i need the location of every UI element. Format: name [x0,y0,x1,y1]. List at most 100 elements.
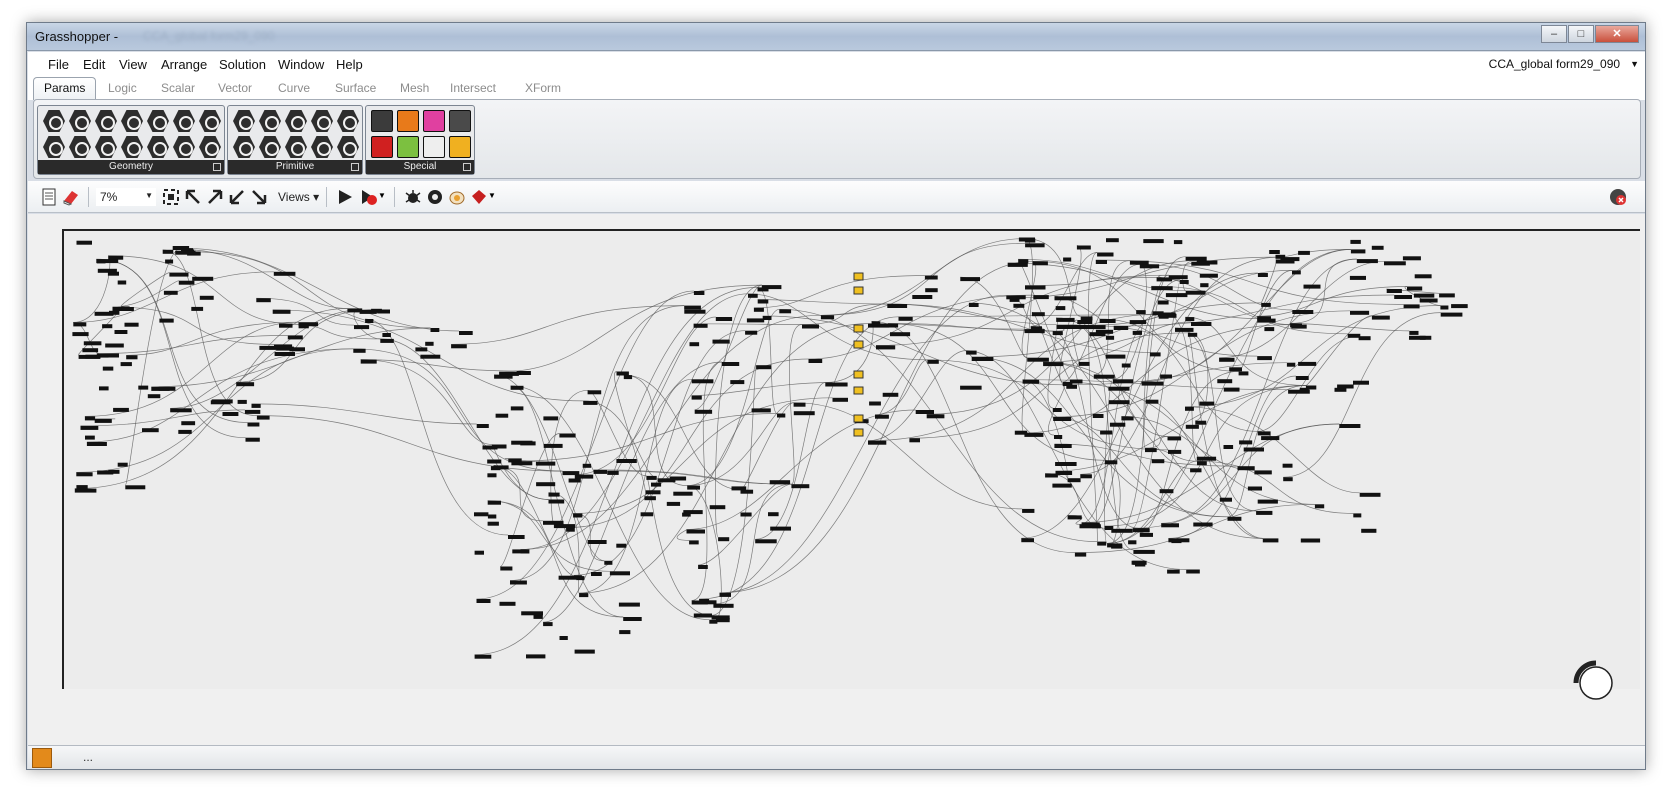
component-node[interactable] [1111,528,1133,533]
component-node[interactable] [1052,331,1063,336]
component-node[interactable] [1191,322,1212,326]
component-node[interactable] [651,482,662,487]
eraser-icon[interactable] [62,188,80,206]
component-button[interactable] [147,110,169,132]
component-node[interactable] [1128,540,1137,545]
component-node[interactable] [924,275,938,280]
component-node[interactable] [1257,318,1276,323]
component-node[interactable] [287,335,303,340]
component-node[interactable] [459,331,473,335]
component-node[interactable] [1100,430,1113,435]
zoom-bottom-right-icon[interactable] [250,188,268,206]
component-node[interactable] [591,572,602,576]
component-node[interactable] [616,543,627,548]
component-node[interactable] [1409,330,1419,335]
component-node[interactable] [1160,374,1172,379]
panel-node[interactable] [853,272,864,281]
component-node[interactable] [1185,424,1199,429]
component-node[interactable] [487,514,497,519]
component-node[interactable] [74,488,97,493]
title-bar[interactable]: Grasshopper - CCA_global form29_090 – □ … [27,23,1645,51]
component-node[interactable] [78,354,100,359]
component-node[interactable] [1199,273,1218,278]
component-node[interactable] [898,316,913,321]
component-node[interactable] [1025,285,1046,290]
component-node[interactable] [1217,379,1233,384]
component-node[interactable] [516,371,531,375]
component-button[interactable] [337,136,359,158]
component-node[interactable] [1145,399,1159,404]
component-node[interactable] [1229,367,1242,372]
component-node[interactable] [1109,422,1126,427]
component-node[interactable] [566,527,575,532]
component-node[interactable] [820,315,835,320]
component-node[interactable] [666,501,681,506]
component-node[interactable] [76,240,93,245]
component-node[interactable] [1149,352,1161,357]
component-node[interactable] [1257,273,1268,277]
component-node[interactable] [1092,414,1104,418]
component-node[interactable] [1384,261,1406,266]
component-node[interactable] [1093,374,1115,379]
component-node[interactable] [1024,432,1044,437]
component-node[interactable] [574,649,595,654]
panel-node[interactable] [853,286,864,295]
component-node[interactable] [1104,526,1114,530]
component-node[interactable] [868,440,887,445]
expand-icon[interactable] [463,163,471,171]
component-node[interactable] [1195,420,1207,425]
component-node[interactable] [1113,379,1134,384]
close-canvas-icon[interactable] [1609,188,1627,206]
component-node[interactable] [1104,460,1118,465]
component-node[interactable] [1145,448,1157,453]
component-node[interactable] [1097,541,1107,546]
bug-icon[interactable] [404,188,422,206]
component-node[interactable] [510,385,524,390]
component-button[interactable] [43,110,65,132]
component-node[interactable] [1168,449,1182,454]
component-node[interactable] [1055,471,1073,475]
component-node[interactable] [1409,335,1426,340]
component-node[interactable] [244,409,261,414]
tab-vector[interactable]: Vector [218,81,252,95]
component-button[interactable] [69,136,91,158]
component-node[interactable] [360,359,377,364]
menu-help[interactable]: Help [336,57,363,72]
definition-graph[interactable] [64,231,1640,689]
component-node[interactable] [1314,504,1325,509]
zoom-field[interactable]: 7% ▼ [96,188,156,206]
component-node[interactable] [876,345,896,350]
component-node[interactable] [181,421,196,426]
component-node[interactable] [487,521,499,526]
component-node[interactable] [1292,270,1301,275]
component-node[interactable] [1200,283,1209,288]
component-node[interactable] [86,442,107,446]
component-node[interactable] [1054,435,1063,439]
component-node[interactable] [1054,444,1072,448]
component-node[interactable] [1254,470,1272,475]
component-button[interactable] [233,136,255,158]
component-node[interactable] [915,410,934,414]
component-node[interactable] [175,250,196,255]
component-node[interactable] [689,540,699,545]
component-node[interactable] [1139,264,1160,269]
component-node[interactable] [1283,477,1293,482]
component-node[interactable] [85,435,95,440]
component-node[interactable] [96,259,119,264]
component-button[interactable] [311,136,333,158]
component-button[interactable] [449,110,471,132]
component-node[interactable] [1121,363,1131,368]
component-node[interactable] [698,565,708,569]
component-node[interactable] [912,295,933,299]
component-node[interactable] [1419,298,1438,303]
component-node[interactable] [1165,293,1188,298]
component-node[interactable] [1261,436,1280,441]
menu-solution[interactable]: Solution [219,57,266,72]
views-dropdown[interactable]: Views ▾ [278,190,319,204]
component-node[interactable] [711,615,730,620]
component-node[interactable] [274,344,293,349]
component-node[interactable] [1257,431,1271,436]
component-node[interactable] [1022,508,1035,513]
component-node[interactable] [1356,259,1378,264]
component-node[interactable] [191,306,204,311]
